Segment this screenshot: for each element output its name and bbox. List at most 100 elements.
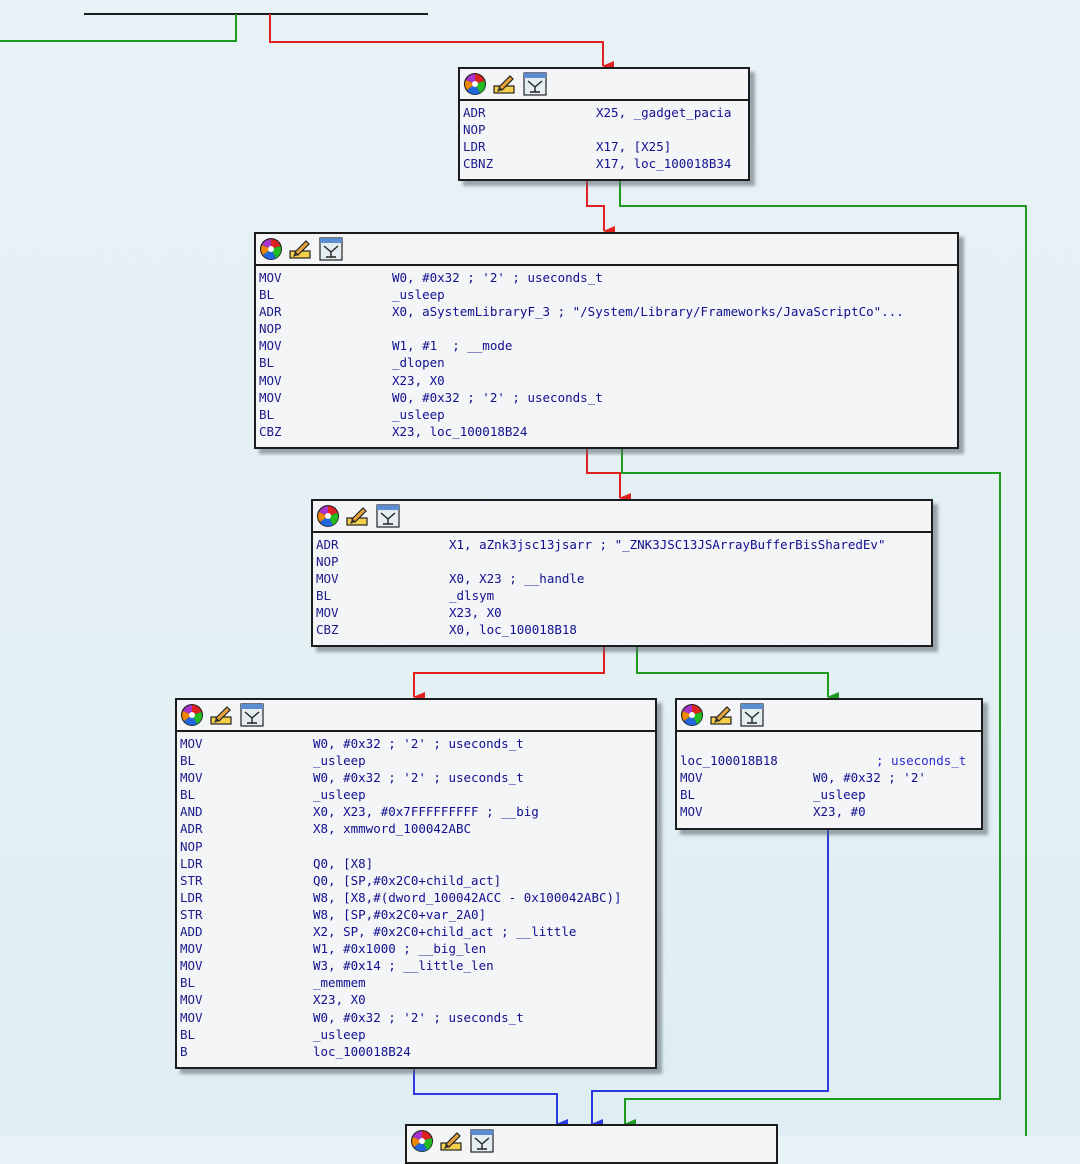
rename-pencil-icon[interactable] [209,702,235,728]
operands: X23, X0 [392,372,445,388]
asm-label-line[interactable]: loc_100018B18 ; useconds_t [680,752,981,769]
rename-pencil-icon[interactable] [439,1128,465,1154]
operands: X0, X23, #0x7FFFFFFFFF ; __big [313,804,539,820]
asm-line[interactable]: MOV X23, X0 [259,372,957,389]
asm-line[interactable]: MOV X0, X23 ; __handle [316,570,931,587]
asm-line[interactable]: NOP [316,553,931,570]
asm-line[interactable]: MOV W3, #0x14 ; __little_len [180,957,655,974]
color-palette-icon[interactable] [258,236,284,262]
rename-pencil-icon[interactable] [345,503,371,529]
mnemonic: AND [180,804,203,820]
asm-line[interactable]: Bloc_100018B24 [180,1043,655,1060]
asm-line[interactable]: ADR X25, _gadget_pacia [463,104,748,121]
asm-line[interactable]: MOV W1, #0x1000 ; __big_len [180,940,655,957]
block-code: loc_100018B18 ; useconds_t MOV W0, #0x32 ;… [677,732,981,820]
asm-line[interactable]: STR W8, [SP,#0x2C0+var_2A0] [180,906,655,923]
asm-line[interactable]: BL _memmem [180,974,655,991]
asm-line[interactable]: MOV W0, #0x32 ; '2' ; useconds_t [180,769,655,786]
mnemonic: BL [180,1026,196,1042]
rename-pencil-icon[interactable] [492,71,518,97]
asm-line[interactable]: MOV W0, #0x32 ; '2' ; useconds_t [180,1009,655,1026]
asm-line[interactable]: BL _usleep [180,752,655,769]
operands: X0, X23 ; __handle [449,571,585,587]
operands: _usleep [313,787,366,803]
asm-line[interactable]: MOV W0, #0x32 ; '2' ; useconds_t [259,389,957,406]
graph-overview-icon[interactable] [469,1128,495,1154]
code-block-2[interactable]: MOV W0, #0x32 ; '2' ; useconds_t BL _uslee… [254,232,959,449]
color-palette-icon[interactable] [409,1128,435,1154]
operands: X17, loc_100018B34 [596,156,732,172]
asm-line[interactable]: BL _dlsym [316,587,931,604]
asm-line[interactable]: MOV X23, X0 [316,604,931,621]
asm-line[interactable]: BL _usleep [180,1026,655,1043]
operands: X0, loc_100018B18 [449,622,577,638]
graph-overview-icon[interactable] [239,702,265,728]
asm-line[interactable]: MOV X23, #0 [680,803,981,820]
color-palette-icon[interactable] [679,702,705,728]
mnemonic: MOV [316,571,339,587]
asm-line[interactable]: NOP [463,121,748,138]
graph-overview-icon[interactable] [522,71,548,97]
edge-red-into-block-1 [269,14,614,71]
rename-pencil-icon[interactable] [709,702,735,728]
asm-line[interactable]: MOV W0, #0x32 ; '2' ; useconds_t [259,269,957,286]
mnemonic: LDR [463,139,486,155]
asm-line[interactable]: CBZ X23, loc_100018B24 [259,423,957,440]
code-block-1[interactable]: ADR X25, _gadget_pacia NOP LDR X17, [X25] … [458,67,750,181]
mnemonic: BL [180,975,196,991]
asm-line[interactable]: ADR X0, aSystemLibraryF_3 ; "/System/Libr… [259,303,957,320]
asm-line[interactable]: MOV W1, #1 ; __mode [259,337,957,354]
rename-pencil-icon[interactable] [288,236,314,262]
asm-line[interactable]: AND X0, X23, #0x7FFFFFFFFF ; __big [180,803,655,820]
mnemonic: STR [180,906,203,922]
operands: _usleep [392,406,445,422]
asm-line[interactable]: ADR X1, aZnk3jsc13jsarr ; "_ZNK3JSC13JSAr… [316,536,931,553]
asm-line[interactable]: CBZ X0, loc_100018B18 [316,621,931,638]
mnemonic: MOV [259,338,282,354]
asm-line[interactable]: BL _usleep [680,786,981,803]
asm-line[interactable]: STR Q0, [SP,#0x2C0+child_act] [180,872,655,889]
color-palette-icon[interactable] [179,702,205,728]
asm-line[interactable]: NOP [259,320,957,337]
asm-line[interactable]: LDR X17, [X25] [463,138,748,155]
code-block-merge[interactable] [405,1124,778,1164]
asm-line[interactable]: LDR W8, [X8,#(dword_100042ACC - 0x100042A… [180,889,655,906]
operands: W0, #0x32 ; '2' [813,770,926,786]
code-block-4[interactable]: MOV W0, #0x32 ; '2' ; useconds_t BL _uslee… [175,698,657,1069]
asm-line[interactable]: BL _dlopen [259,354,957,371]
asm-line[interactable]: ADR X8, xmmword_100042ABC [180,820,655,837]
asm-line[interactable]: BL _usleep [180,786,655,803]
operands: X17, [X25] [596,139,672,155]
asm-line[interactable]: BL _usleep [259,406,957,423]
operands: W8, [SP,#0x2C0+var_2A0] [313,906,487,922]
code-block-3[interactable]: ADR X1, aZnk3jsc13jsarr ; "_ZNK3JSC13JSAr… [311,499,933,647]
operands: X23, X0 [449,605,502,621]
code-block-5[interactable]: loc_100018B18 ; useconds_t MOV W0, #0x32 ;… [675,698,983,830]
location-label[interactable]: loc_100018B18 [680,752,778,769]
asm-line[interactable]: ADD X2, SP, #0x2C0+child_act ; __little [180,923,655,940]
asm-line[interactable]: MOV W0, #0x32 ; '2' [680,769,981,786]
operands: W8, [X8,#(dword_100042ACC - 0x100042ABC)… [313,889,622,905]
asm-line[interactable]: MOV W0, #0x32 ; '2' ; useconds_t [180,735,655,752]
mnemonic: MOV [180,736,203,751]
mnemonic: BL [259,355,275,371]
operands: W0, #0x32 ; '2' ; useconds_t [392,389,603,405]
mnemonic: B [180,1043,188,1059]
graph-overview-icon[interactable] [375,503,401,529]
asm-line[interactable]: BL _usleep [259,286,957,303]
graph-overview-icon[interactable] [739,702,765,728]
mnemonic: MOV [680,770,703,786]
color-palette-icon[interactable] [315,503,341,529]
graph-overview-icon[interactable] [318,236,344,262]
asm-line[interactable]: CBNZ X17, loc_100018B34 [463,155,748,172]
mnemonic: CBZ [259,423,282,439]
operands: X23, X0 [313,992,366,1008]
asm-line[interactable]: NOP [180,838,655,855]
block-header [313,501,931,533]
asm-line[interactable]: MOV X23, X0 [180,991,655,1008]
color-palette-icon[interactable] [462,71,488,97]
mnemonic: MOV [259,372,282,388]
asm-line[interactable]: LDR Q0, [X8] [180,855,655,872]
operands: W0, #0x32 ; '2' ; useconds_t [313,1009,524,1025]
mnemonic: NOP [316,554,339,570]
